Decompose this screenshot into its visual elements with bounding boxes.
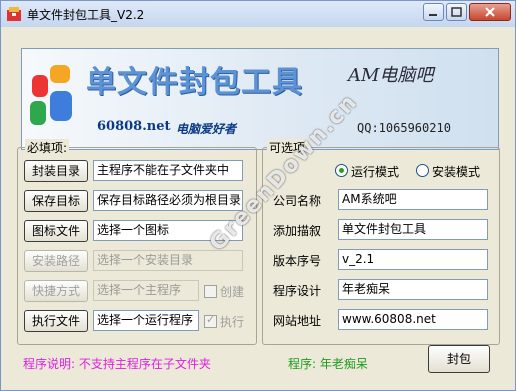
app-window: 单文件封包工具_V2.2 单文件封包工具 60808.net 电脑爱好者 AM电… (0, 0, 516, 391)
shortcut-field[interactable]: 选择一个主程序 (93, 280, 199, 301)
maximize-button[interactable] (446, 3, 467, 21)
minimize-button[interactable] (423, 3, 444, 21)
icon-file-field[interactable]: 选择一个图标 (93, 220, 243, 241)
create-shortcut-label: 创建 (220, 285, 245, 299)
description-field[interactable]: 单文件封包工具 (338, 219, 488, 240)
designer-label: 程序设计 (273, 284, 322, 298)
close-button[interactable] (469, 3, 511, 21)
install-path-field[interactable]: 选择一个安装目录 (93, 250, 243, 271)
exec-file-field[interactable]: 选择一个运行程序 (93, 310, 199, 331)
create-shortcut-checkbox[interactable] (204, 285, 217, 298)
install-path-button[interactable]: 安装路径 (24, 250, 88, 272)
banner-brand: AM电脑吧 (348, 65, 434, 86)
version-label: 版本序号 (273, 254, 322, 268)
version-field[interactable]: v_2.1 (338, 249, 488, 270)
banner-qq: QQ:1065960210 (357, 121, 451, 135)
company-label: 公司名称 (273, 194, 322, 208)
banner-title: 单文件封包工具 (86, 65, 303, 100)
website-field[interactable]: www.60808.net (338, 309, 488, 330)
pack-button[interactable]: 封包 (428, 345, 490, 373)
designer-field[interactable]: 年老痴呆 (338, 279, 488, 300)
required-legend: 必填项: (25, 139, 70, 156)
app-icon (7, 7, 21, 21)
install-mode-radio[interactable] (416, 164, 429, 177)
package-dir-button[interactable]: 封装目录 (24, 160, 88, 182)
website-label: 网站地址 (273, 314, 322, 328)
maximize-icon (451, 7, 462, 17)
banner-slogan: 电脑爱好者 (176, 122, 237, 136)
program-author: 程序: 年老痴呆 (288, 357, 368, 371)
install-mode-label: 安装模式 (432, 165, 481, 179)
program-note: 程序说明: 不支持主程序在子文件夹 (23, 357, 211, 371)
minimize-icon (429, 14, 437, 16)
window-title: 单文件封包工具_V2.2 (27, 8, 145, 22)
optional-legend: 可选项: (267, 139, 312, 156)
close-icon (485, 7, 495, 17)
shortcut-button[interactable]: 快捷方式 (24, 280, 88, 302)
title-bar[interactable]: 单文件封包工具_V2.2 (1, 1, 515, 27)
execute-checkbox[interactable] (204, 313, 217, 328)
logo-icon (30, 65, 72, 125)
save-target-button[interactable]: 保存目标 (24, 190, 88, 212)
execute-label: 执行 (220, 315, 245, 329)
exec-file-button[interactable]: 执行文件 (24, 310, 88, 332)
company-field[interactable]: AM系统吧 (338, 189, 488, 210)
icon-file-button[interactable]: 图标文件 (24, 220, 88, 242)
description-label: 添加描叙 (273, 224, 322, 238)
banner-site: 60808.net (97, 119, 171, 134)
save-target-field[interactable]: 保存目标路径必须为根目录 (93, 190, 243, 211)
client-area: 单文件封包工具 60808.net 电脑爱好者 AM电脑吧 QQ:1065960… (5, 29, 511, 387)
run-mode-radio[interactable] (335, 164, 348, 177)
package-dir-field[interactable]: 主程序不能在子文件夹中 (93, 160, 243, 181)
run-mode-label: 运行模式 (351, 165, 400, 179)
banner: 单文件封包工具 60808.net 电脑爱好者 AM电脑吧 QQ:1065960… (21, 48, 499, 150)
